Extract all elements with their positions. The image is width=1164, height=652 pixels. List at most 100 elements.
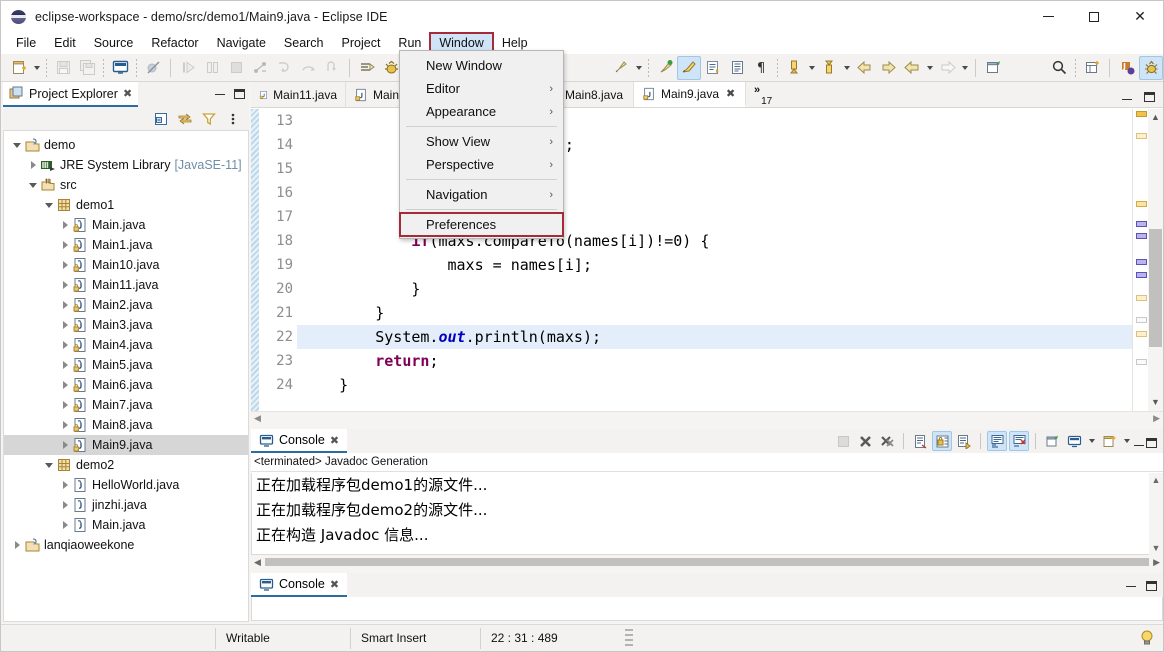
terminate-icon[interactable] [224,56,248,80]
window-menu-item-show-view[interactable]: Show View › [400,130,563,153]
chevron-right-icon[interactable] [26,155,40,175]
open-console-icon[interactable] [1099,431,1119,451]
code-line[interactable]: } [297,373,1132,397]
next-annotation-icon[interactable] [782,56,806,80]
editor-vertical-scrollbar[interactable]: ▲ ▼ [1148,109,1163,425]
save-all-icon[interactable] [75,56,99,80]
previous-edit-caret[interactable] [924,56,935,80]
scroll-left-arrow[interactable]: ◀ [254,413,261,424]
javadoc-icon[interactable] [677,55,701,80]
tree-item-main8-java[interactable]: Main8.java [4,415,248,435]
chevron-down-icon[interactable] [10,135,24,155]
project-tree[interactable]: demo JRE System Library [JavaSE-11] src demo… [3,131,249,622]
chevron-right-icon[interactable] [58,255,72,275]
tree-item-src[interactable]: src [4,175,248,195]
scroll-up-arrow[interactable]: ▲ [1148,109,1163,124]
pilcrow-icon[interactable]: ¶ [749,56,773,80]
chevron-right-icon[interactable] [58,415,72,435]
maximize-button[interactable] [1071,1,1117,32]
menu-project[interactable]: Project [333,33,390,53]
window-menu-item-navigation[interactable]: Navigation › [400,183,563,206]
chevron-right-icon[interactable] [58,335,72,355]
chevron-right-icon[interactable] [58,515,72,535]
editor-horizontal-scrollbar[interactable]: ◀ ▶ [251,411,1163,425]
code-line[interactable]: return; [297,349,1132,373]
tree-item-main4-java[interactable]: Main4.java [4,335,248,355]
maximize-view-button[interactable] [234,89,245,99]
close-icon[interactable]: ✖ [330,434,339,447]
remove-all-launches-icon[interactable] [877,431,897,451]
open-console-caret[interactable] [1121,429,1132,453]
tree-item-main1-java[interactable]: Main1.java [4,235,248,255]
window-menu-item-editor[interactable]: Editor › [400,77,563,100]
chevron-right-icon[interactable] [58,395,72,415]
close-icon[interactable]: ✖ [726,87,735,100]
chevron-right-icon[interactable] [58,435,72,455]
collapse-all-icon[interactable] [151,109,171,129]
new-icon[interactable] [7,56,31,80]
chevron-down-icon[interactable] [26,175,40,195]
remove-launch-icon[interactable] [855,431,875,451]
pin-console-icon[interactable] [1042,431,1062,451]
chevron-right-icon[interactable] [58,275,72,295]
new-java-class-icon[interactable] [701,56,725,80]
previous-edit-icon[interactable] [900,56,924,80]
java-perspective-icon[interactable]: J [1115,56,1139,80]
chevron-right-icon[interactable] [58,295,72,315]
back-icon[interactable] [852,56,876,80]
display-console-caret[interactable] [1086,429,1097,453]
tree-item-helloworld-java[interactable]: HelloWorld.java [4,475,248,495]
scroll-down-arrow[interactable]: ▼ [1148,394,1163,409]
tree-item-main-java[interactable]: Main.java [4,515,248,535]
debug-icon[interactable] [653,56,677,80]
step-over-icon[interactable] [296,56,320,80]
display-selected-console-icon[interactable] [1064,431,1084,451]
disconnect-icon[interactable] [248,56,272,80]
menu-refactor[interactable]: Refactor [142,33,207,53]
console-scroll-up-arrow[interactable]: ▲ [1152,475,1161,485]
maximize-console-button[interactable] [1146,438,1157,448]
suspend-icon[interactable] [200,56,224,80]
window-menu-dropdown[interactable]: New Window Editor › Appearance › Show View › Pe… [399,50,564,239]
chevron-down-icon[interactable] [42,195,56,215]
menu-navigate[interactable]: Navigate [208,33,275,53]
search-icon[interactable] [1047,56,1071,80]
code-editor[interactable]: 131415161718192021222324 i < n; i++) { i… [251,109,1163,425]
tree-item-jinzhi-java[interactable]: jinzhi.java [4,495,248,515]
minimize-console-button[interactable] [1134,445,1144,446]
minimize-editor-button[interactable] [1122,98,1132,100]
chevron-right-icon[interactable] [58,375,72,395]
chevron-right-icon[interactable] [10,535,24,555]
window-menu-item-preferences[interactable]: Preferences [399,212,564,237]
console-hscroll-thumb[interactable] [264,558,1150,566]
chevron-down-icon[interactable] [42,455,56,475]
close-icon[interactable]: ✖ [123,87,132,100]
minimize-button[interactable] [1025,1,1071,32]
scroll-lock-icon[interactable] [932,431,952,451]
run-dropdown-caret[interactable] [633,56,644,80]
next-edit-caret[interactable] [959,56,970,80]
link-with-editor-icon[interactable] [175,109,195,129]
window-menu-item-perspective[interactable]: Perspective › [400,153,563,176]
tree-item-main7-java[interactable]: Main7.java [4,395,248,415]
new-dropdown-caret[interactable] [31,56,42,80]
tree-item-demo2[interactable]: demo2 [4,455,248,475]
tree-item-demo1[interactable]: demo1 [4,195,248,215]
word-wrap-icon[interactable] [954,431,974,451]
menu-edit[interactable]: Edit [45,33,85,53]
save-icon[interactable] [51,56,75,80]
scrollbar-thumb[interactable] [1149,229,1162,347]
scroll-right-arrow[interactable]: ▶ [1153,413,1160,424]
tree-item-main-java[interactable]: Main.java [4,215,248,235]
run-last-tool-icon[interactable] [355,56,379,80]
step-into-icon[interactable] [272,56,296,80]
step-return-icon[interactable] [320,56,344,80]
console-horizontal-scrollbar[interactable]: ◀ ▶ [251,555,1163,569]
code-line[interactable]: System.out.println(maxs); [297,325,1132,349]
run-icon[interactable] [609,56,633,80]
editor-tab-main11-java[interactable]: Main11.java [251,82,346,107]
tree-item-main11-java[interactable]: Main11.java [4,275,248,295]
minimize-view-button[interactable] [215,94,225,95]
tree-item-main5-java[interactable]: Main5.java [4,355,248,375]
close-icon[interactable]: ✖ [330,578,339,591]
